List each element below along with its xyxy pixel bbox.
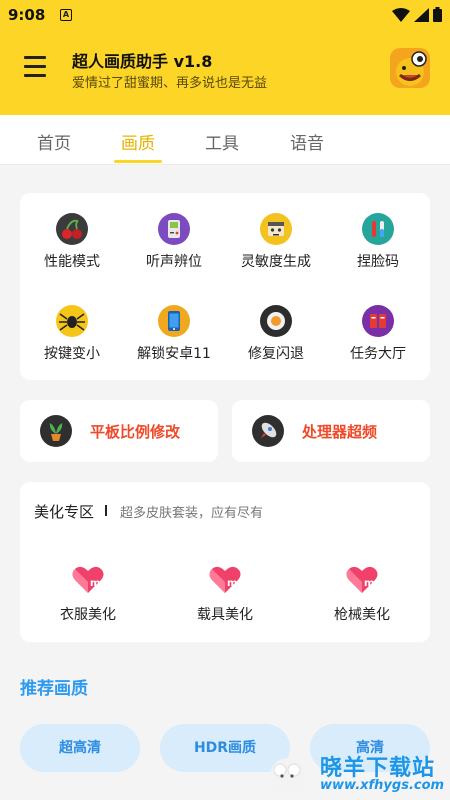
app-subtitle: 爱情过了甜蜜期、再多说也是无益 bbox=[72, 76, 268, 91]
tab-home[interactable]: 首页 bbox=[37, 129, 71, 154]
grid-item-label: 捏脸码 bbox=[357, 254, 399, 270]
grid-item-fix-crash[interactable]: 修复闪退 bbox=[226, 305, 326, 363]
tab-bar: 首页 画质 工具 语音 bbox=[0, 115, 450, 165]
grid-item-task-hall[interactable]: 任务大厅 bbox=[328, 305, 428, 363]
grid-item-key-smaller[interactable]: 按键变小 bbox=[22, 305, 122, 363]
beauty-title: 美化专区 bbox=[34, 503, 95, 521]
cpu-overclock-button[interactable]: 处理器超频 bbox=[232, 400, 430, 462]
beauty-item-label: 载具美化 bbox=[197, 607, 253, 623]
sushi-icon bbox=[260, 305, 292, 337]
tablet-ratio-label: 平板比例修改 bbox=[90, 423, 181, 441]
beauty-item-label: 衣服美化 bbox=[60, 607, 116, 623]
grid-item-face-code[interactable]: 捏脸码 bbox=[328, 213, 428, 271]
test-tubes-icon bbox=[362, 213, 394, 245]
app-header: 9:08 A 超人画质助手 v1.8 爱情过了甜蜜期、再多说也是无益 bbox=[0, 0, 450, 115]
grid-item-label: 性能模式 bbox=[44, 254, 100, 270]
grid-item-label: 解锁安卓11 bbox=[137, 346, 211, 362]
grid-item-performance[interactable]: 性能模式 bbox=[22, 213, 122, 271]
battery-icon bbox=[433, 7, 442, 22]
phone-icon bbox=[158, 305, 190, 337]
sheep-logo-icon bbox=[270, 758, 306, 794]
grid-item-label: 任务大厅 bbox=[350, 346, 406, 362]
svg-text:m: m bbox=[364, 578, 374, 589]
recommend-title: 推荐画质 bbox=[20, 679, 88, 699]
notification-icon: A bbox=[60, 9, 72, 21]
spider-icon bbox=[56, 305, 88, 337]
m-heart-icon: m bbox=[72, 566, 104, 593]
svg-text:m: m bbox=[227, 578, 237, 589]
cherry-icon bbox=[56, 213, 88, 245]
list-icon bbox=[362, 305, 394, 337]
grid-item-unlock-android[interactable]: 解锁安卓11 bbox=[124, 305, 224, 363]
grid-item-sound[interactable]: 听声辨位 bbox=[124, 213, 224, 271]
plant-icon bbox=[40, 415, 72, 447]
status-time: 9:08 bbox=[8, 6, 46, 24]
app-title: 超人画质助手 v1.8 bbox=[72, 52, 213, 71]
grid-item-label: 修复闪退 bbox=[248, 346, 304, 362]
beauty-divider bbox=[105, 505, 107, 516]
menu-button[interactable] bbox=[24, 56, 48, 78]
grid-item-label: 灵敏度生成 bbox=[241, 254, 311, 270]
svg-text:m: m bbox=[90, 578, 100, 589]
tablet-ratio-button[interactable]: 平板比例修改 bbox=[20, 400, 218, 462]
tab-voice[interactable]: 语音 bbox=[290, 129, 324, 154]
wifi-icon bbox=[392, 7, 410, 22]
grid-item-label: 听声辨位 bbox=[146, 254, 202, 270]
cpu-overclock-label: 处理器超频 bbox=[302, 423, 378, 441]
tab-indicator bbox=[114, 160, 162, 163]
status-bar: 9:08 A bbox=[0, 0, 450, 30]
watermark-url: www.xfhygs.com bbox=[320, 778, 445, 793]
beauty-card: 美化专区 超多皮肤套装，应有尽有 m 衣服美化 m 载具美化 m 枪械美化 bbox=[20, 482, 430, 642]
feature-grid-card: 性能模式 听声辨位 灵敏度生成 捏脸码 按键变小 解锁安卓11 修复闪退 任务大… bbox=[20, 193, 430, 380]
gameboy-icon bbox=[158, 213, 190, 245]
signal-icon bbox=[414, 7, 429, 22]
watermark: 晓羊下载站 www.xfhygs.com bbox=[262, 748, 450, 800]
beauty-subtitle: 超多皮肤套装，应有尽有 bbox=[120, 506, 264, 521]
m-heart-icon: m bbox=[209, 566, 241, 593]
grid-item-label: 按键变小 bbox=[44, 346, 100, 362]
beauty-item-label: 枪械美化 bbox=[334, 607, 390, 623]
tab-tools[interactable]: 工具 bbox=[205, 129, 239, 154]
m-heart-icon: m bbox=[346, 566, 378, 593]
rocket-icon bbox=[252, 415, 284, 447]
quality-option-ultra[interactable]: 超高清 bbox=[20, 724, 140, 772]
beauty-item-clothes[interactable]: m 衣服美化 bbox=[38, 564, 138, 624]
system-icons bbox=[392, 7, 442, 22]
tab-quality[interactable]: 画质 bbox=[121, 129, 155, 154]
robot-face-icon bbox=[260, 213, 292, 245]
beauty-item-weapon[interactable]: m 枪械美化 bbox=[312, 564, 412, 624]
app-logo-icon[interactable] bbox=[390, 48, 430, 88]
grid-item-sensitivity[interactable]: 灵敏度生成 bbox=[226, 213, 326, 271]
beauty-item-vehicle[interactable]: m 载具美化 bbox=[175, 564, 275, 624]
